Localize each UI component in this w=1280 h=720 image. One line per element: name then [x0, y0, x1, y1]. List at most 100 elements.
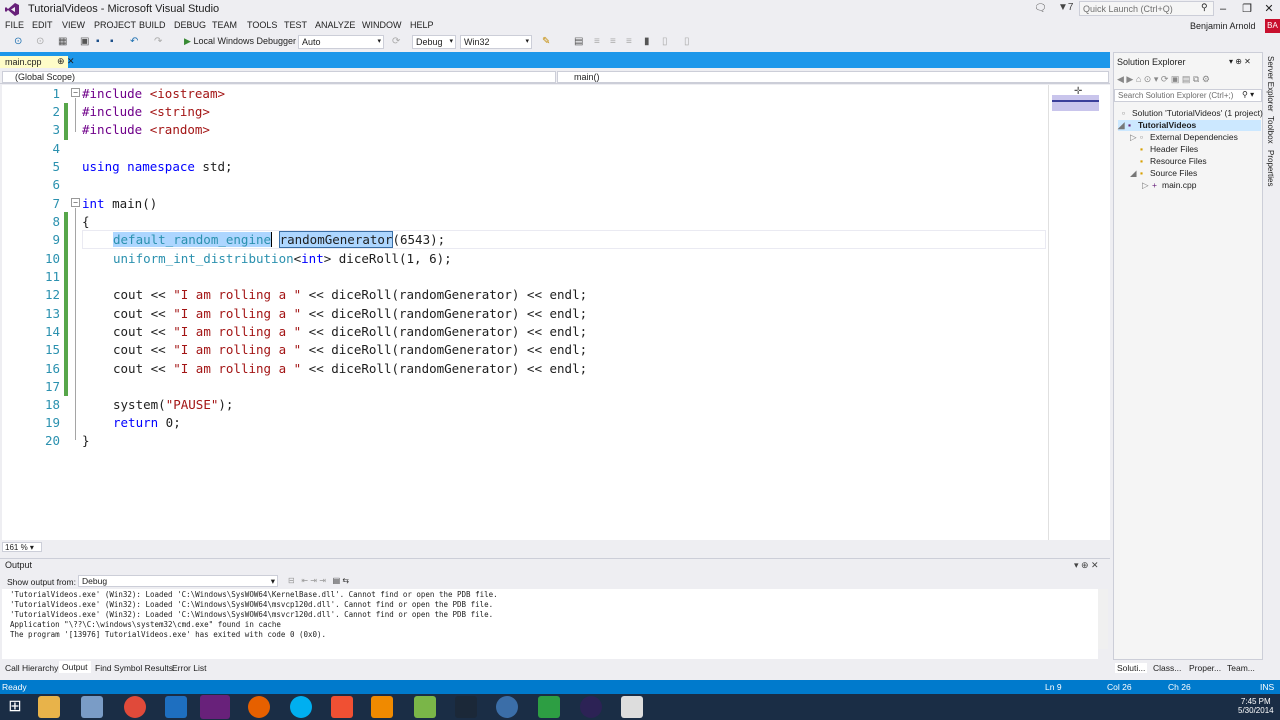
split-icon[interactable]: ✛	[1074, 86, 1082, 97]
undo-icon[interactable]: ↶	[130, 36, 138, 47]
visual-studio-icon[interactable]	[200, 695, 230, 719]
tab-solution-explorer[interactable]: Soluti...	[1115, 663, 1148, 673]
platform-dropdown[interactable]: Win32 ▾	[460, 35, 532, 49]
output-scrollbar[interactable]	[1098, 589, 1108, 649]
user-name[interactable]: Benjamin Arnold	[1190, 21, 1256, 31]
notification-count[interactable]: ▼7	[1058, 2, 1073, 13]
notifications-icon[interactable]: 🗨	[1034, 3, 1047, 14]
redo-icon[interactable]: ↷	[154, 36, 162, 47]
align-icon[interactable]: ≡	[626, 36, 632, 47]
find-icon[interactable]: ✎	[542, 36, 550, 47]
tree-resource-files[interactable]: ▪ Resource Files	[1140, 156, 1207, 166]
bookmark-icon[interactable]: ▮	[644, 36, 650, 47]
tree-header-files[interactable]: ▪ Header Files	[1140, 144, 1198, 154]
firefox-icon[interactable]	[248, 696, 270, 718]
clock[interactable]: 7:45 PM 5/30/2014	[1238, 697, 1274, 715]
next-bookmark-icon[interactable]: ▯	[684, 36, 690, 47]
code-text: (6543);	[392, 232, 446, 247]
line-number: 4	[52, 141, 60, 156]
menu-tools[interactable]: TOOLS	[247, 20, 277, 30]
line-number: 14	[44, 324, 60, 339]
menu-edit[interactable]: EDIT	[32, 20, 53, 30]
output-tools-icons[interactable]: ⊟ ⇤ ⇥ ⇥ ▤ ⇆	[288, 576, 349, 585]
vlc-icon[interactable]	[371, 696, 393, 718]
tree-solution[interactable]: ▫ Solution 'TutorialVideos' (1 project)	[1122, 108, 1263, 118]
indent-icon[interactable]: ≡	[594, 36, 600, 47]
tab-property-manager[interactable]: Proper...	[1189, 663, 1221, 673]
windows-apps-icon[interactable]	[538, 696, 560, 718]
menu-team[interactable]: TEAM	[212, 20, 237, 30]
menu-build[interactable]: BUILD	[139, 20, 166, 30]
minimap-viewport[interactable]	[1052, 95, 1099, 111]
editor-scrollbar-map[interactable]	[1048, 85, 1110, 540]
tab-team-explorer[interactable]: Team...	[1227, 663, 1255, 673]
chat-icon[interactable]	[496, 696, 518, 718]
solution-config-dropdown[interactable]: Auto ▾	[298, 35, 384, 49]
solution-search-input[interactable]: Search Solution Explorer (Ctrl+;)	[1114, 89, 1262, 102]
tab-output[interactable]: Output	[59, 661, 91, 673]
prev-bookmark-icon[interactable]: ▯	[662, 36, 668, 47]
file-manager-icon[interactable]	[81, 696, 103, 718]
menu-debug[interactable]: DEBUG	[174, 20, 206, 30]
steam-icon[interactable]	[455, 696, 477, 718]
forward-icon[interactable]: ⊙	[36, 36, 44, 47]
menu-test[interactable]: TEST	[284, 20, 307, 30]
comment-icon[interactable]: ▤	[574, 36, 583, 47]
menu-project[interactable]: PROJECT	[94, 20, 136, 30]
save-icon[interactable]: ▪	[96, 36, 100, 47]
panel-options-icon[interactable]: ▾ ⊕ ✕	[1229, 57, 1251, 66]
minimize-button[interactable]: –	[1212, 0, 1234, 18]
tree-main-cpp[interactable]: ▷ + main.cpp	[1142, 180, 1197, 191]
search-icon: ⚲	[1201, 2, 1208, 12]
keyword: int	[301, 251, 324, 266]
windows-start-icon[interactable]: ⊞	[4, 696, 26, 718]
console-icon[interactable]	[621, 696, 643, 718]
tab-toolbox[interactable]: Toolbox	[1266, 116, 1275, 144]
editor-horizontal-scrollbar[interactable]	[0, 541, 1110, 553]
maximize-button[interactable]: ❐	[1236, 0, 1258, 18]
refresh-icon[interactable]: ⟳	[392, 36, 400, 47]
quick-launch-input[interactable]: Quick Launch (Ctrl+Q)	[1079, 1, 1214, 16]
outlook-icon[interactable]	[165, 696, 187, 718]
chrome-icon[interactable]	[124, 696, 146, 718]
scope-dropdown[interactable]: (Global Scope)	[2, 71, 556, 83]
search-icon[interactable]: ⚲ ▾	[1242, 90, 1254, 99]
tree-project[interactable]: ◢ ▪ TutorialVideos	[1118, 120, 1261, 131]
new-project-icon[interactable]: ▦	[58, 36, 67, 47]
open-file-icon[interactable]: ▣	[80, 36, 89, 47]
start-debugging-button[interactable]: ▶ Local Windows Debugger ▾	[184, 36, 303, 47]
avatar[interactable]: BA	[1265, 19, 1280, 33]
zoom-level-dropdown[interactable]: 161 % ▾	[2, 542, 42, 552]
git-icon[interactable]	[331, 696, 353, 718]
tab-class-view[interactable]: Class...	[1153, 663, 1181, 673]
collapse-icon[interactable]: −	[71, 198, 80, 207]
pin-close-icon[interactable]: ⊕ ✕	[57, 56, 75, 67]
tab-call-hierarchy[interactable]: Call Hierarchy	[5, 663, 58, 673]
eclipse-icon[interactable]	[580, 696, 602, 718]
solution-explorer-toolbar[interactable]: ◀ ▶ ⌂ ⊙ ▾ ⟳ ▣ ▤ ⧉ ⚙	[1117, 74, 1210, 85]
tree-external-dependencies[interactable]: ▷ ▫ External Dependencies	[1130, 132, 1238, 143]
build-config-dropdown[interactable]: Debug ▾	[412, 35, 456, 49]
menu-analyze[interactable]: ANALYZE	[315, 20, 355, 30]
function-dropdown[interactable]: main()	[557, 71, 1109, 83]
output-source-dropdown[interactable]: Debug ▾	[78, 575, 278, 587]
close-button[interactable]: ✕	[1258, 0, 1280, 18]
panel-options-icon[interactable]: ▾ ⊕ ✕	[1074, 560, 1099, 571]
tab-server-explorer[interactable]: Server Explorer	[1266, 56, 1275, 112]
outdent-icon[interactable]: ≡	[610, 36, 616, 47]
save-all-icon[interactable]: ▪	[110, 36, 114, 47]
tab-properties[interactable]: Properties	[1266, 150, 1275, 186]
menu-view[interactable]: VIEW	[62, 20, 85, 30]
tab-error-list[interactable]: Error List	[172, 663, 206, 673]
file-explorer-icon[interactable]	[38, 696, 60, 718]
skype-icon[interactable]	[290, 696, 312, 718]
tree-source-files[interactable]: ◢ ▪ Source Files	[1130, 168, 1197, 179]
tab-find-symbol-results[interactable]: Find Symbol Results	[95, 663, 173, 673]
back-icon[interactable]: ⊙	[14, 36, 22, 47]
menu-file[interactable]: FILE	[5, 20, 24, 30]
notepad-plus-icon[interactable]	[414, 696, 436, 718]
menu-window[interactable]: WINDOW	[362, 20, 402, 30]
code-text: );	[218, 397, 234, 412]
collapse-icon[interactable]: −	[71, 88, 80, 97]
menu-help[interactable]: HELP	[410, 20, 434, 30]
